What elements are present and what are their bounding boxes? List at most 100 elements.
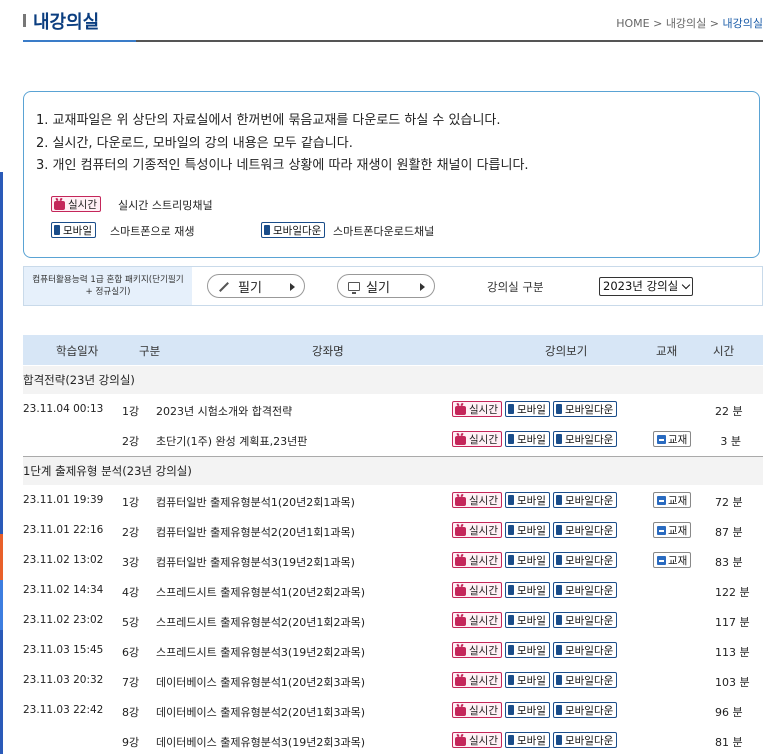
mobile-download-button[interactable]: 모바일다운 — [552, 612, 618, 628]
row-view-buttons: 실시간 모바일 모바일다운 — [452, 702, 618, 718]
download-icon — [657, 495, 666, 505]
mobile-download-button[interactable]: 모바일다운 — [552, 492, 618, 508]
left-nav-marker-orange — [0, 534, 3, 580]
mobile-button[interactable]: 모바일 — [504, 702, 550, 718]
row-lecture-name[interactable]: 스프레드시트 출제유형분석1(20년2회2과목) — [156, 584, 365, 600]
live-stream-button[interactable]: 실시간 — [452, 732, 502, 748]
textbook-download-button[interactable]: 교재 — [653, 522, 692, 538]
live-stream-button[interactable]: 실시간 — [452, 431, 502, 447]
notice-line-2: 2. 실시간, 다운로드, 모바일의 강의 내용은 모두 같습니다. — [36, 136, 353, 151]
mobile-button[interactable]: 모바일 — [504, 522, 550, 538]
row-lecture-name[interactable]: 데이터베이스 출제유형분석1(20년2회3과목) — [156, 674, 365, 690]
row-lecture-name[interactable]: 데이터베이스 출제유형분석2(20년1회3과목) — [156, 704, 365, 720]
textbook-download-button[interactable]: 교재 — [653, 552, 692, 568]
duration-value: 83 — [715, 556, 729, 569]
row-view-buttons: 실시간 모바일 모바일다운 — [452, 492, 618, 508]
mobile-download-label: 모바일다운 — [564, 674, 614, 687]
live-stream-button[interactable]: 실시간 — [452, 582, 502, 598]
mobile-button[interactable]: 모바일 — [504, 552, 550, 568]
breadcrumb-level1[interactable]: 내강의실 — [666, 17, 706, 30]
table-row: 23.11.02 14:34 4강 스프레드시트 출제유형분석1(20년2회2과목)… — [23, 576, 763, 606]
chevron-down-icon — [681, 280, 691, 290]
live-stream-button[interactable]: 실시간 — [452, 522, 502, 538]
row-book: 교재 — [653, 522, 692, 538]
phone-download-icon — [555, 585, 562, 595]
written-exam-button[interactable]: 필기 — [207, 274, 305, 298]
live-stream-button[interactable]: 실시간 — [452, 612, 502, 628]
mobile-download-button[interactable]: 모바일다운 — [552, 642, 618, 658]
mobile-download-button[interactable]: 모바일다운 — [552, 522, 618, 538]
mobile-button[interactable]: 모바일 — [504, 672, 550, 688]
row-lecture-name[interactable]: 데이터베이스 출제유형분석3(19년2회3과목) — [156, 734, 365, 750]
mobile-download-label: 모바일다운 — [564, 584, 614, 597]
mobile-download-button[interactable]: 모바일다운 — [552, 552, 618, 568]
row-view-buttons: 실시간 모바일 모바일다운 — [452, 582, 618, 598]
row-lecture-name[interactable]: 2023년 시험소개와 합격전략 — [156, 403, 292, 419]
duration-unit: 분 — [730, 435, 741, 448]
row-view-buttons: 실시간 모바일 모바일다운 — [452, 522, 618, 538]
live-stream-button[interactable]: 실시간 — [452, 492, 502, 508]
mobile-download-button[interactable]: 모바일다운 — [552, 702, 618, 718]
legend-live-badge: 실시간 — [51, 196, 101, 212]
room-type-select[interactable]: 2023년 강의실 — [599, 277, 693, 296]
breadcrumb-home[interactable]: HOME — [616, 17, 649, 30]
row-lecture-name[interactable]: 초단기(1주) 완성 계획표,23년판 — [156, 433, 307, 449]
mobile-download-button[interactable]: 모바일다운 — [552, 732, 618, 748]
row-view-buttons: 실시간 모바일 모바일다운 — [452, 401, 618, 417]
mobile-button[interactable]: 모바일 — [504, 732, 550, 748]
mobile-download-button[interactable]: 모바일다운 — [552, 582, 618, 598]
row-lecture-name[interactable]: 컴퓨터일반 출제유형분석2(20년1회1과목) — [156, 524, 355, 540]
row-book: 교재 — [653, 431, 692, 447]
duration-unit: 분 — [732, 526, 743, 539]
phone-download-icon — [555, 525, 562, 535]
duration-unit: 분 — [732, 706, 743, 719]
live-stream-button[interactable]: 실시간 — [452, 672, 502, 688]
live-stream-button[interactable]: 실시간 — [452, 401, 502, 417]
phone-download-icon — [555, 495, 562, 505]
duration-unit: 분 — [739, 616, 750, 629]
mobile-button[interactable]: 모바일 — [504, 612, 550, 628]
legend-mdl-label: 모바일다운 — [273, 224, 322, 237]
mobile-button[interactable]: 모바일 — [504, 401, 550, 417]
tv-icon — [455, 556, 466, 566]
mobile-download-button[interactable]: 모바일다운 — [552, 672, 618, 688]
row-lecture-name[interactable]: 컴퓨터일반 출제유형분석3(19년2회1과목) — [156, 554, 355, 570]
mobile-download-label: 모바일다운 — [564, 704, 614, 717]
title-underline-accent — [23, 40, 136, 42]
live-stream-button[interactable]: 실시간 — [452, 552, 502, 568]
mobile-button[interactable]: 모바일 — [504, 492, 550, 508]
row-lecture-number: 4강 — [122, 586, 140, 599]
mobile-label: 모바일 — [516, 494, 546, 507]
live-stream-label: 실시간 — [469, 403, 498, 416]
mobile-button[interactable]: 모바일 — [504, 582, 550, 598]
textbook-download-button[interactable]: 교재 — [653, 431, 692, 447]
package-name-line2: + 정규실기) — [85, 287, 131, 297]
live-stream-button[interactable]: 실시간 — [452, 702, 502, 718]
mobile-button[interactable]: 모바일 — [504, 431, 550, 447]
row-lecture-name[interactable]: 스프레드시트 출제유형분석2(20년1회2과목) — [156, 614, 365, 630]
row-lecture-number: 5강 — [122, 616, 140, 629]
mobile-download-button[interactable]: 모바일다운 — [552, 401, 618, 417]
row-lecture-name[interactable]: 스프레드시트 출제유형분석3(19년2회2과목) — [156, 644, 365, 660]
mobile-download-button[interactable]: 모바일다운 — [552, 431, 618, 447]
duration-value: 87 — [715, 526, 729, 539]
duration-unit: 분 — [739, 676, 750, 689]
textbook-download-button[interactable]: 교재 — [653, 492, 692, 508]
mobile-download-label: 모바일다운 — [564, 494, 614, 507]
row-duration: 83 분 — [715, 554, 743, 570]
mobile-label: 모바일 — [516, 524, 546, 537]
mobile-button[interactable]: 모바일 — [504, 642, 550, 658]
legend-mobile-badge: 모바일 — [51, 222, 96, 238]
live-stream-button[interactable]: 실시간 — [452, 642, 502, 658]
download-icon — [657, 525, 666, 535]
pencil-icon — [219, 282, 229, 292]
row-duration: 87 분 — [715, 524, 743, 540]
table-row: 9강 데이터베이스 출제유형분석3(19년2회3과목) 실시간 모바일 모바일다운 81 … — [23, 726, 763, 756]
row-date: 23.11.03 22:42 — [23, 704, 104, 716]
row-date: 23.11.03 15:45 — [23, 644, 104, 656]
practical-exam-button[interactable]: 실기 — [337, 274, 435, 298]
row-lecture-name[interactable]: 컴퓨터일반 출제유형분석1(20년2회1과목) — [156, 494, 355, 510]
table-row: 23.11.03 22:42 8강 데이터베이스 출제유형분석2(20년1회3과목)… — [23, 696, 763, 726]
mobile-label: 모바일 — [516, 734, 546, 747]
live-stream-label: 실시간 — [469, 674, 498, 687]
